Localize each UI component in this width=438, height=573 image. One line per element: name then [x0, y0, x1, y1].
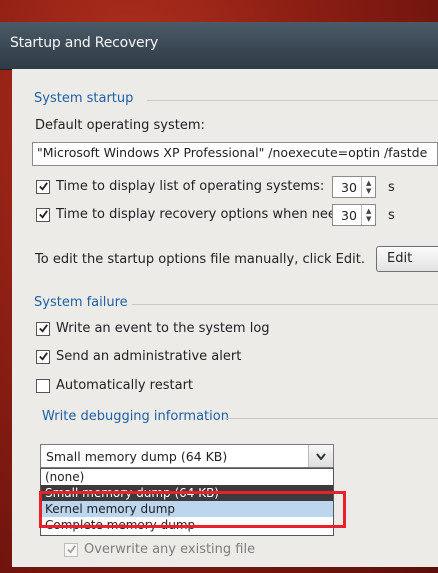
send-alert-checkbox[interactable] — [36, 349, 50, 364]
overwrite-checkbox[interactable] — [64, 542, 78, 557]
write-event-label: Write an event to the system log — [56, 321, 270, 336]
auto-restart-checkbox[interactable] — [36, 378, 50, 393]
spinner-arrows-icon[interactable]: ▲ ▼ — [361, 177, 375, 197]
default-os-select[interactable]: "Microsoft Windows XP Professional" /noe… — [32, 142, 438, 166]
time-list-checkbox[interactable] — [36, 179, 50, 194]
auto-restart-label: Automatically restart — [56, 378, 194, 393]
checkmark-icon — [38, 324, 48, 333]
group-divider — [147, 100, 438, 101]
group-divider — [132, 304, 438, 305]
overwrite-label: Overwrite any existing file — [84, 542, 256, 557]
time-list-spinner[interactable]: 30 ▲ ▼ — [332, 176, 376, 198]
dropdown-option[interactable]: (none) — [41, 469, 333, 485]
checkmark-icon — [38, 352, 48, 361]
chevron-down-icon[interactable] — [308, 445, 333, 467]
auto-restart-row: Automatically restart — [36, 378, 193, 393]
write-event-checkbox[interactable] — [36, 321, 50, 336]
time-list-value: 30 — [341, 179, 357, 195]
title-bar: Startup and Recovery — [0, 22, 438, 70]
debugging-group-label: Write debugging information — [42, 409, 229, 424]
debug-type-selected: Small memory dump (64 KB) — [46, 449, 228, 464]
default-os-label: Default operating system: — [35, 118, 205, 133]
checkmark-icon — [66, 545, 76, 554]
checkmark-icon — [38, 182, 48, 191]
time-recovery-unit: s — [388, 208, 395, 223]
edit-button[interactable]: Edit — [376, 246, 438, 272]
write-event-row: Write an event to the system log — [36, 321, 270, 336]
system-failure-group-label: System failure — [34, 295, 128, 310]
time-recovery-label: Time to display recovery options when ne… — [56, 207, 365, 222]
send-alert-label: Send an administrative alert — [56, 349, 242, 364]
edit-instructions: To edit the startup options file manuall… — [35, 252, 365, 267]
time-recovery-row: Time to display recovery options when ne… — [36, 207, 365, 222]
time-list-row: Time to display list of operating system… — [36, 179, 324, 194]
time-list-label: Time to display list of operating system… — [56, 179, 325, 194]
group-divider — [224, 418, 438, 419]
time-recovery-value: 30 — [341, 207, 357, 223]
checkmark-icon — [38, 210, 48, 219]
time-recovery-spinner[interactable]: 30 ▲ ▼ — [332, 204, 376, 226]
time-list-unit: s — [388, 180, 395, 195]
overwrite-row: Overwrite any existing file — [64, 542, 255, 557]
debug-type-select[interactable]: Small memory dump (64 KB) — [40, 444, 334, 468]
window-title: Startup and Recovery — [10, 35, 159, 51]
system-startup-group-label: System startup — [34, 91, 134, 106]
time-recovery-checkbox[interactable] — [36, 207, 50, 222]
spinner-arrows-icon[interactable]: ▲ ▼ — [361, 205, 375, 225]
send-alert-row: Send an administrative alert — [36, 349, 241, 364]
annotation-highlight-box — [39, 491, 346, 528]
